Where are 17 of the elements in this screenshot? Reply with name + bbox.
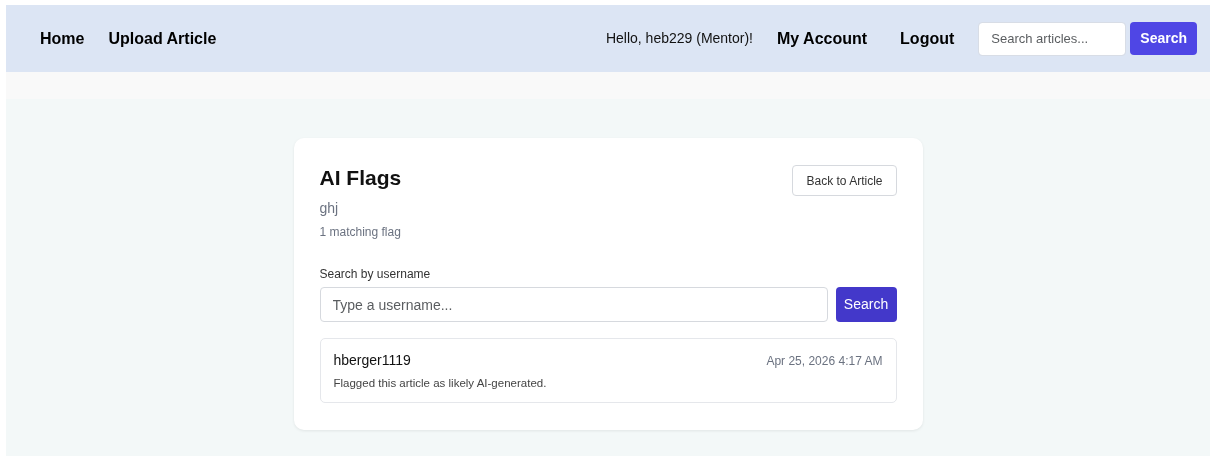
flag-message: Flagged this article as likely AI-generated. [333,376,548,392]
username-field[interactable]: Type a username... [319,287,828,323]
search-field[interactable]: Search articles... [978,21,1127,56]
nav-link[interactable]: My Account [777,26,868,51]
page-title: AI Flags [319,165,402,191]
greeting-text: Hello, heb229 (Mentor)! [605,29,753,48]
back-button[interactable]: Back to Article [792,165,897,196]
article-title: ghj [319,199,340,219]
nav-link[interactable]: Upload Article [108,26,217,51]
nav-link[interactable]: Logout [900,26,955,51]
search-button[interactable]: Search [1130,22,1197,55]
nav-link[interactable]: Home [40,26,85,51]
username-text: hberger1119 [333,351,411,371]
field-label: Search by username [319,266,432,284]
flag-count: 1 matching flag [319,224,402,242]
search-button[interactable]: Search [835,287,897,323]
timestamp-text: Apr 25, 2026 4:17 AM [766,352,883,370]
